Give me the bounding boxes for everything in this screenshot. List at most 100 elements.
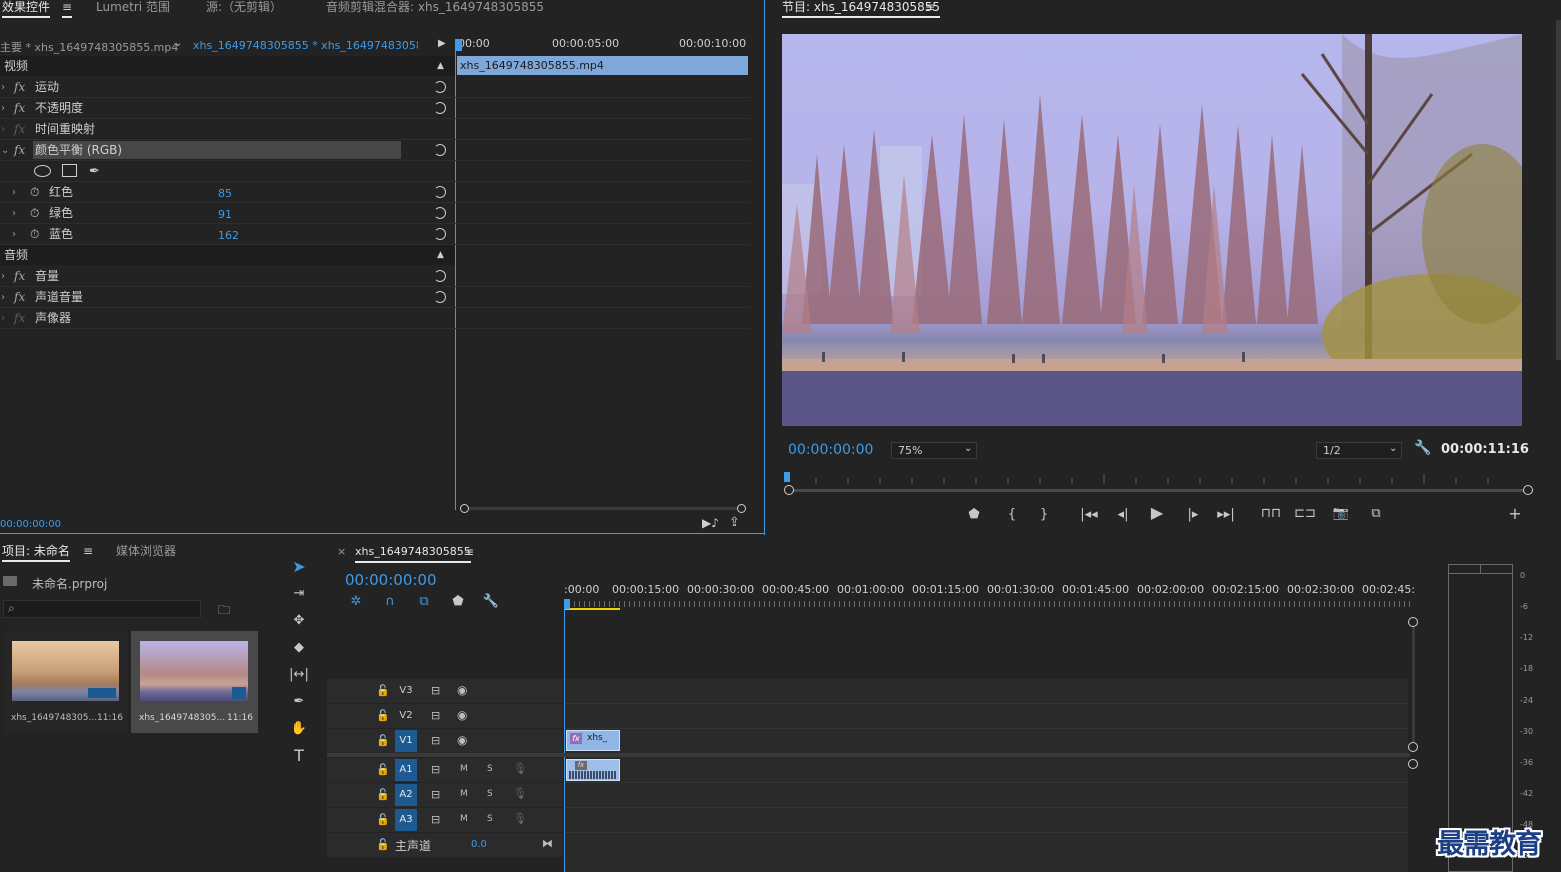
reset-icon[interactable] xyxy=(434,144,446,156)
expand-icon[interactable]: › xyxy=(1,77,5,98)
timeline-vertical-scrollbar[interactable] xyxy=(1408,617,1419,872)
expand-icon[interactable]: › xyxy=(12,203,16,224)
tab-source[interactable]: 源:（无剪辑） xyxy=(206,0,282,14)
param-row-blue[interactable]: › ⏱ 蓝色 162 xyxy=(0,224,750,245)
playback-resolution-select[interactable]: 1/2 ⌄ xyxy=(1316,442,1402,459)
master-track-value[interactable]: 0.0 xyxy=(471,839,487,850)
sync-lock-icon[interactable]: ⊟ xyxy=(431,709,440,722)
type-tool-icon[interactable]: T xyxy=(288,748,310,764)
stopwatch-icon[interactable]: ⏱ xyxy=(30,224,39,245)
play-icon[interactable]: ▶ xyxy=(1148,505,1166,521)
export-icon[interactable]: ⇪ xyxy=(729,515,740,530)
effect-clip-bar[interactable]: xhs_1649748305855.mp4 xyxy=(457,56,748,75)
selection-tool-icon[interactable]: ➤ xyxy=(288,559,310,575)
program-zoom-scrollbar[interactable] xyxy=(784,485,1534,496)
program-video-frame[interactable] xyxy=(782,34,1522,426)
slip-tool-icon[interactable]: |↔| xyxy=(288,667,310,683)
video-section-header[interactable]: 视频 ▲ xyxy=(0,56,455,76)
linked-selection-icon[interactable]: ⧉ xyxy=(415,594,433,610)
snap-icon[interactable]: ∩ xyxy=(381,594,399,610)
effect-row-color-balance[interactable]: ⌄ fx 颜色平衡 (RGB) xyxy=(0,140,750,161)
mute-button[interactable]: M xyxy=(460,789,468,799)
lock-icon[interactable]: 🔓 xyxy=(376,734,390,747)
timeline-timecode[interactable]: 00:00:00:00 xyxy=(345,571,437,589)
track-target-a1[interactable]: A1 xyxy=(395,759,417,781)
lock-icon[interactable]: 🔓 xyxy=(376,838,390,851)
expand-icon[interactable]: › xyxy=(1,266,5,287)
param-row-green[interactable]: › ⏱ 绿色 91 xyxy=(0,203,750,224)
program-playhead-marker[interactable] xyxy=(784,472,790,482)
eye-icon[interactable]: ◉ xyxy=(457,733,467,747)
program-playhead-timecode[interactable]: 00:00:00:00 xyxy=(788,442,873,458)
expand-icon[interactable]: › xyxy=(1,98,5,119)
expand-icon[interactable]: › xyxy=(1,119,5,140)
eye-icon[interactable]: ◉ xyxy=(457,708,467,722)
project-search-input[interactable]: ⌕ xyxy=(3,600,201,618)
reset-icon[interactable] xyxy=(434,228,446,240)
reset-icon[interactable] xyxy=(434,186,446,198)
param-value[interactable]: 85 xyxy=(218,183,232,204)
ellipse-mask-icon[interactable] xyxy=(34,165,51,177)
mute-button[interactable]: M xyxy=(460,764,468,774)
add-button-icon[interactable]: + xyxy=(1506,506,1524,522)
reset-icon[interactable] xyxy=(434,102,446,114)
pen-mask-icon[interactable]: ✒ xyxy=(89,161,100,182)
reset-icon[interactable] xyxy=(434,270,446,282)
panel-menu-icon[interactable]: ≡ xyxy=(925,0,935,14)
microphone-icon[interactable]: 🎙 xyxy=(513,812,527,825)
effect-row-panner[interactable]: › fx 声像器 xyxy=(0,308,750,329)
sync-lock-icon[interactable]: ⊟ xyxy=(431,734,440,747)
solo-button[interactable]: S xyxy=(487,789,493,799)
comparison-view-icon[interactable]: ⧉ xyxy=(1366,506,1386,522)
scroll-handle-right[interactable] xyxy=(1523,485,1533,495)
tab-lumetri-scopes[interactable]: Lumetri 范围 xyxy=(96,0,170,14)
rectangle-mask-icon[interactable] xyxy=(62,164,77,177)
wrench-icon[interactable]: 🔧 xyxy=(1414,440,1431,456)
sync-lock-icon[interactable]: ⊟ xyxy=(431,684,440,697)
project-item[interactable]: xhs_1649748305... 11:16 xyxy=(5,631,127,733)
fx-icon[interactable]: fx xyxy=(14,266,25,287)
panel-menu-icon[interactable]: ≡ xyxy=(83,544,93,558)
microphone-icon[interactable]: 🎙 xyxy=(513,762,527,775)
effect-row-volume[interactable]: › fx 音量 xyxy=(0,266,750,287)
reset-icon[interactable] xyxy=(434,291,446,303)
stopwatch-icon[interactable]: ⏱ xyxy=(30,182,39,203)
lock-icon[interactable]: 🔓 xyxy=(376,788,390,801)
audio-clip[interactable]: fx xyxy=(566,759,620,781)
chevron-down-icon[interactable]: ⌄ xyxy=(174,38,182,49)
scroll-handle-left[interactable] xyxy=(460,504,469,513)
param-row-red[interactable]: › ⏱ 红色 85 xyxy=(0,182,750,203)
scroll-handle-left[interactable] xyxy=(784,485,794,495)
project-item-selected[interactable]: xhs_1649748305... 11:16 xyxy=(131,631,258,733)
effect-row-channel-volume[interactable]: › fx 声道音量 xyxy=(0,287,750,308)
ripple-edit-tool-icon[interactable]: ✥ xyxy=(288,613,310,629)
mark-in-icon[interactable]: { xyxy=(1004,507,1020,523)
pen-tool-icon[interactable]: ✒ xyxy=(288,694,310,710)
tab-effect-controls[interactable]: 效果控件 xyxy=(2,0,51,18)
lock-icon[interactable]: 🔓 xyxy=(376,813,390,826)
panel-menu-icon[interactable]: ≡ xyxy=(62,0,73,18)
settings-wrench-icon[interactable]: 🔧 xyxy=(482,594,500,610)
expand-icon[interactable]: › xyxy=(1,308,5,329)
step-back-icon[interactable]: ◂| xyxy=(1114,507,1132,523)
fx-icon[interactable]: fx xyxy=(14,287,25,308)
sync-lock-icon[interactable]: ⊟ xyxy=(431,788,440,801)
sync-lock-icon[interactable]: ⊟ xyxy=(431,813,440,826)
tab-project[interactable]: 项目: 未命名 xyxy=(2,544,70,562)
track-target-v2[interactable]: V2 xyxy=(395,705,417,727)
reset-icon[interactable] xyxy=(434,207,446,219)
export-frame-icon[interactable]: 📷 xyxy=(1332,506,1350,522)
track-target-a3[interactable]: A3 xyxy=(395,809,417,831)
mute-button[interactable]: M xyxy=(460,814,468,824)
nest-icon[interactable]: ✲ xyxy=(347,594,365,610)
program-vertical-scrollbar[interactable] xyxy=(1556,20,1561,360)
eye-icon[interactable]: ◉ xyxy=(457,683,467,697)
extract-icon[interactable]: ⊏⊐ xyxy=(1294,506,1316,522)
audio-section-header[interactable]: 音频 ▲ xyxy=(0,245,455,265)
new-search-bin-icon[interactable]: 🗀 xyxy=(218,601,230,622)
program-time-ruler[interactable] xyxy=(784,470,1530,486)
video-audio-divider[interactable] xyxy=(327,753,1410,757)
add-marker-icon[interactable]: ⬟ xyxy=(449,594,467,610)
lock-icon[interactable]: 🔓 xyxy=(376,709,390,722)
param-value[interactable]: 91 xyxy=(218,204,232,225)
